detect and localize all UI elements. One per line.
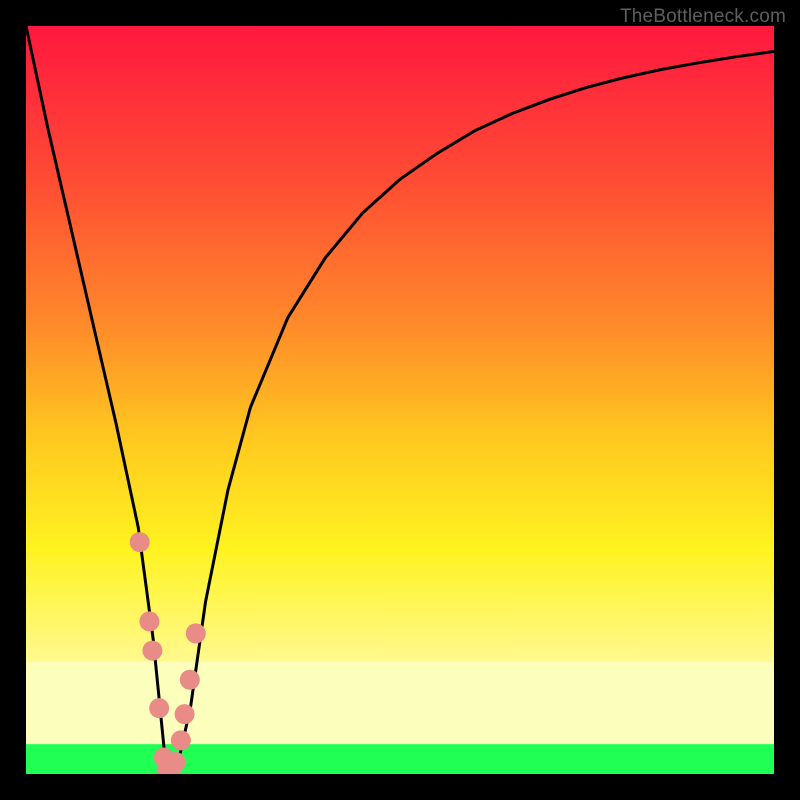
marker-point [175, 704, 195, 724]
marker-point [130, 532, 150, 552]
marker-point [139, 611, 159, 631]
marker-point [149, 698, 169, 718]
marker-point [180, 670, 200, 690]
glow-band [26, 662, 774, 744]
marker-point [166, 752, 186, 772]
marker-point [186, 623, 206, 643]
marker-point [142, 641, 162, 661]
attribution-text: TheBottleneck.com [620, 6, 786, 28]
bottleneck-chart [0, 0, 800, 800]
marker-point [171, 730, 191, 750]
band-green-bottom [26, 744, 774, 774]
chart-container: TheBottleneck.com [0, 0, 800, 800]
